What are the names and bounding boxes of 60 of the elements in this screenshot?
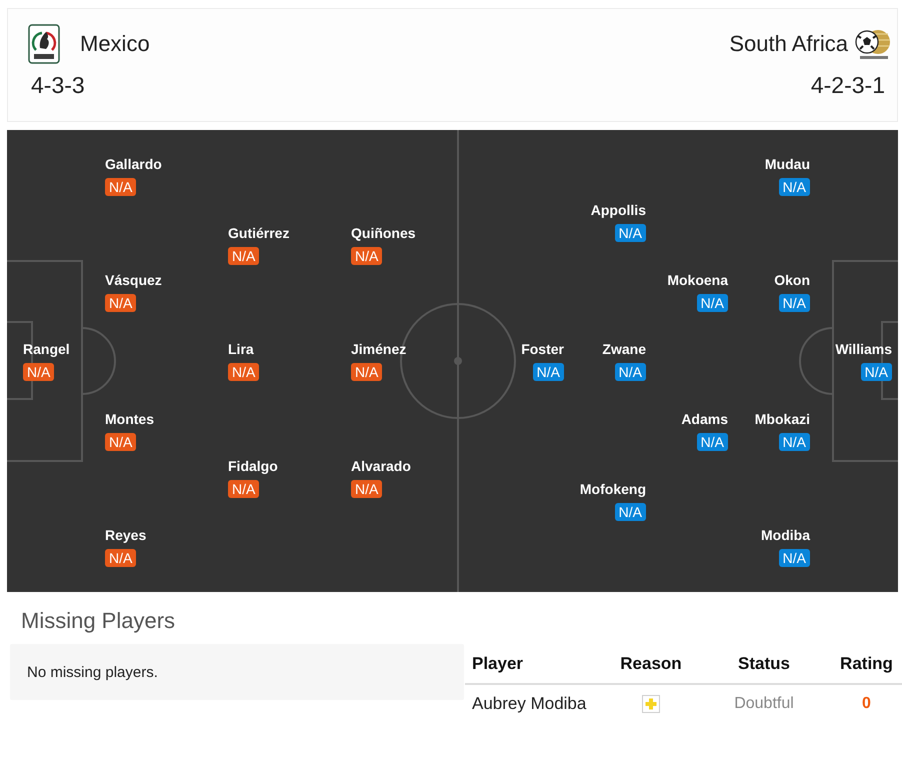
rating-badge: N/A — [351, 363, 382, 381]
player-name: Gutiérrez — [228, 225, 290, 242]
empty-message: No missing players. — [10, 644, 464, 700]
rating-badge: N/A — [351, 480, 382, 498]
player-name: Quiñones — [351, 225, 416, 242]
rating-badge: N/A — [778, 178, 810, 196]
rating-badge: N/A — [614, 503, 646, 521]
player-name: Appollis — [590, 202, 646, 219]
player-name: Lira — [228, 341, 254, 358]
rating-badge: N/A — [105, 178, 136, 196]
column-header: Rating — [840, 654, 893, 674]
rating-badge: N/A — [105, 549, 136, 567]
player-name: Rangel — [23, 341, 70, 358]
rating-badge: N/A — [532, 363, 564, 381]
player-name: Mokoena — [667, 272, 728, 289]
crest-icon — [28, 24, 60, 64]
player-name: Modiba — [761, 527, 810, 544]
rating-badge: N/A — [23, 363, 54, 381]
player-name: Gallardo — [105, 156, 162, 173]
rating-badge: N/A — [228, 247, 260, 265]
formation-label: 4-3-3 — [31, 71, 86, 99]
section-title: Missing Players — [21, 607, 176, 635]
column-header: Player — [472, 654, 524, 674]
formation-label: 4-2-3-1 — [810, 71, 885, 99]
medical-cross-icon — [642, 695, 660, 713]
player-name: Foster — [521, 341, 564, 358]
team-name: South Africa — [729, 30, 848, 58]
rating-badge: N/A — [696, 294, 728, 312]
player-name: Okon — [774, 272, 810, 289]
team-name: Mexico — [80, 30, 150, 58]
player-name: Vásquez — [105, 272, 162, 289]
column-header: Reason — [620, 654, 682, 674]
rating-badge: N/A — [228, 363, 260, 381]
rating-badge: N/A — [778, 294, 810, 312]
player-name: Jiménez — [351, 341, 406, 358]
table-cell: Doubtful — [734, 695, 794, 713]
player-name: Reyes — [105, 527, 146, 544]
table-cell: Aubrey Modiba — [472, 694, 586, 714]
player-name: Zwane — [602, 341, 646, 358]
football-crest-icon — [854, 27, 891, 61]
column-header: Status — [738, 654, 790, 674]
rating-badge: N/A — [778, 433, 810, 451]
table-cell: 0 — [862, 695, 871, 713]
player-name: Mofokeng — [580, 481, 646, 498]
player-name: Adams — [681, 411, 728, 428]
rating-badge: N/A — [351, 247, 382, 265]
rating-badge: N/A — [860, 363, 892, 381]
rating-badge: N/A — [105, 294, 136, 312]
rating-badge: N/A — [105, 433, 136, 451]
player-name: Mbokazi — [754, 411, 810, 428]
player-name: Fidalgo — [228, 458, 278, 475]
player-name: Mudau — [764, 156, 810, 173]
rating-badge: N/A — [228, 480, 260, 498]
rating-badge: N/A — [614, 224, 646, 242]
player-name: Montes — [105, 411, 154, 428]
player-name: Alvarado — [351, 458, 411, 475]
rating-badge: N/A — [778, 549, 810, 567]
player-name: Williams — [835, 341, 892, 358]
rating-badge: N/A — [614, 363, 646, 381]
rating-badge: N/A — [696, 433, 728, 451]
